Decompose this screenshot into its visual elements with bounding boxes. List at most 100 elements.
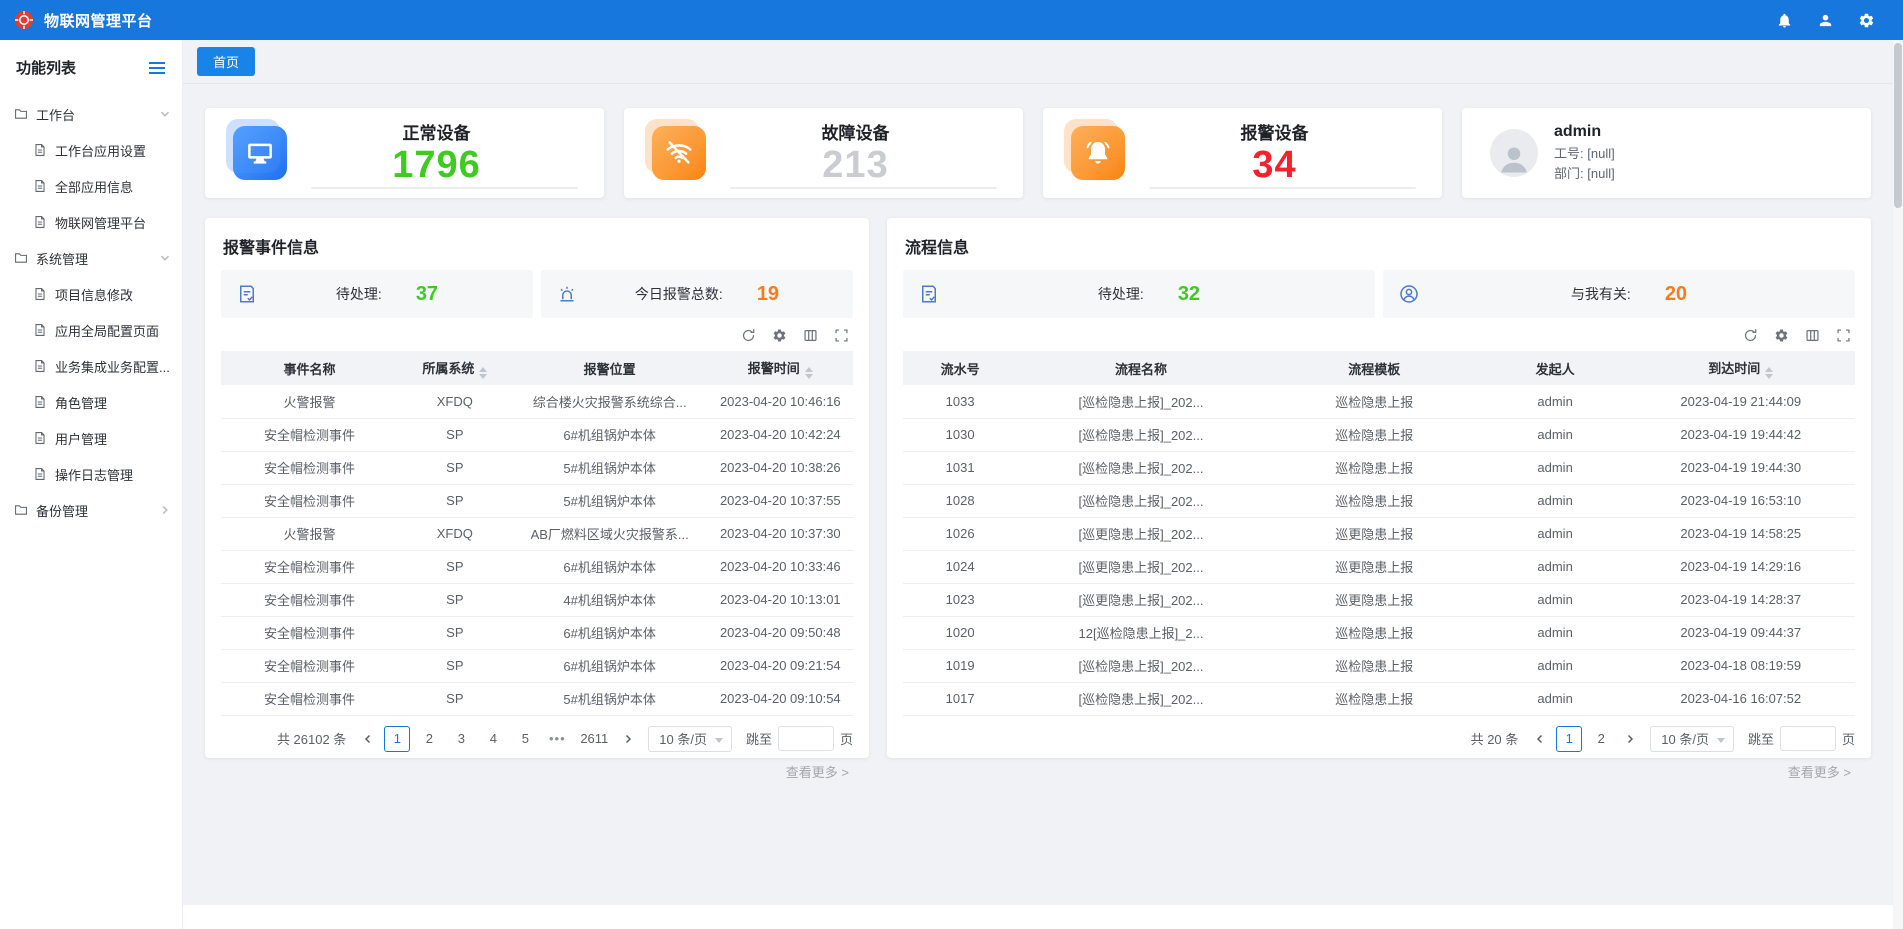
sidebar-item[interactable]: 业务集成业务配置... [0, 348, 182, 384]
sidebar-item-label: 工作台应用设置 [55, 141, 170, 160]
table-row[interactable]: 1024 [巡更隐患上报]_202... 巡更隐患上报 admin 2023-0… [903, 550, 1855, 583]
doc-icon [33, 323, 47, 337]
view-more-link[interactable]: 查看更多 > [903, 752, 1855, 787]
settings-icon[interactable] [1774, 328, 1789, 343]
page-word: 页 [1842, 729, 1855, 748]
table-row[interactable]: 1020 12[巡检隐患上报]_2... 巡检隐患上报 admin 2023-0… [903, 616, 1855, 649]
prev-page-button[interactable] [358, 726, 378, 752]
column-header[interactable]: 流程名称 [1017, 351, 1265, 385]
refresh-icon[interactable] [741, 328, 756, 343]
table-row[interactable]: 火警报警 XFDQ AB厂燃料区域火灾报警系... 2023-04-20 10:… [221, 517, 853, 550]
column-header[interactable]: 流程模板 [1265, 351, 1484, 385]
cell-time: 2023-04-20 10:42:24 [708, 418, 853, 451]
stat-value: 213 [706, 144, 1005, 187]
jump-page-input[interactable] [778, 726, 834, 751]
table-row[interactable]: 1017 [巡检隐患上报]_202... 巡检隐患上报 admin 2023-0… [903, 682, 1855, 715]
view-more-link[interactable]: 查看更多 > [221, 752, 853, 787]
sidebar-item[interactable]: 用户管理 [0, 420, 182, 456]
page-button[interactable]: 4 [480, 726, 506, 752]
sidebar-item[interactable]: 系统管理 [0, 240, 182, 276]
sidebar-item[interactable]: 物联网管理平台 [0, 204, 182, 240]
column-header[interactable]: 报警时间 [708, 351, 853, 385]
sidebar-item[interactable]: 应用全局配置页面 [0, 312, 182, 348]
table-row[interactable]: 1019 [巡检隐患上报]_202... 巡检隐患上报 admin 2023-0… [903, 649, 1855, 682]
next-page-button[interactable] [1620, 726, 1640, 752]
jump-page-input[interactable] [1780, 726, 1836, 751]
column-header[interactable]: 到达时间 [1627, 351, 1856, 385]
table-row[interactable]: 1023 [巡更隐患上报]_202... 巡更隐患上报 admin 2023-0… [903, 583, 1855, 616]
column-settings-icon[interactable] [803, 328, 818, 343]
table-row[interactable]: 1031 [巡检隐患上报]_202... 巡检隐患上报 admin 2023-0… [903, 451, 1855, 484]
settings-icon[interactable] [772, 328, 787, 343]
table-row[interactable]: 安全帽检测事件 SP 6#机组锅炉本体 2023-04-20 09:21:54 [221, 649, 853, 682]
stat-value: 1796 [287, 144, 586, 187]
cell-arrival-time: 2023-04-19 14:29:16 [1627, 550, 1856, 583]
prev-page-button[interactable] [1530, 726, 1550, 752]
page-size-select[interactable]: 10 条/页 [1650, 726, 1734, 752]
page-button[interactable]: 2 [1588, 726, 1614, 752]
cell-location: AB厂燃料区域火灾报警系... [512, 517, 708, 550]
cell-time: 2023-04-20 10:13:01 [708, 583, 853, 616]
cell-system: SP [398, 583, 512, 616]
table-row[interactable]: 安全帽检测事件 SP 6#机组锅炉本体 2023-04-20 10:33:46 [221, 550, 853, 583]
page-button[interactable]: 3 [448, 726, 474, 752]
page-button[interactable]: 2611 [576, 726, 612, 752]
table-row[interactable]: 安全帽检测事件 SP 6#机组锅炉本体 2023-04-20 10:42:24 [221, 418, 853, 451]
page-button[interactable]: 1 [1556, 726, 1582, 752]
cell-initiator: admin [1484, 418, 1627, 451]
fullscreen-icon[interactable] [834, 328, 849, 343]
table-row[interactable]: 1026 [巡更隐患上报]_202... 巡更隐患上报 admin 2023-0… [903, 517, 1855, 550]
table-row[interactable]: 1033 [巡检隐患上报]_202... 巡检隐患上报 admin 2023-0… [903, 385, 1855, 418]
cell-system: SP [398, 616, 512, 649]
siren-icon [557, 284, 577, 304]
person-circle-icon [1399, 284, 1419, 304]
notifications-icon[interactable] [1776, 12, 1793, 29]
scrollbar-thumb[interactable] [1894, 43, 1902, 208]
user-icon[interactable] [1817, 12, 1834, 29]
table-row[interactable]: 1030 [巡检隐患上报]_202... 巡检隐患上报 admin 2023-0… [903, 418, 1855, 451]
table-toolbar [221, 328, 849, 343]
settings-icon[interactable] [1858, 12, 1875, 29]
table-row[interactable]: 安全帽检测事件 SP 4#机组锅炉本体 2023-04-20 10:13:01 [221, 583, 853, 616]
menu-toggle-icon[interactable] [148, 61, 166, 75]
sidebar-item[interactable]: 角色管理 [0, 384, 182, 420]
tab-home[interactable]: 首页 [197, 47, 255, 76]
table-row[interactable]: 安全帽检测事件 SP 5#机组锅炉本体 2023-04-20 10:37:55 [221, 484, 853, 517]
panel-title: 报警事件信息 [223, 234, 853, 258]
stat-underline [1149, 187, 1416, 189]
sidebar-item[interactable]: 项目信息修改 [0, 276, 182, 312]
sidebar-item[interactable]: 工作台 [0, 96, 182, 132]
doc-icon [33, 143, 47, 157]
fullscreen-icon[interactable] [1836, 328, 1851, 343]
pagination-total: 共 20 条 [1471, 729, 1519, 748]
page-button[interactable]: 2 [416, 726, 442, 752]
sidebar-item[interactable]: 工作台应用设置 [0, 132, 182, 168]
table-row[interactable]: 安全帽检测事件 SP 5#机组锅炉本体 2023-04-20 09:10:54 [221, 682, 853, 715]
cell-event-name: 火警报警 [221, 385, 398, 418]
next-page-button[interactable] [618, 726, 638, 752]
table-row[interactable]: 1028 [巡检隐患上报]_202... 巡检隐患上报 admin 2023-0… [903, 484, 1855, 517]
doc-icon [33, 179, 47, 193]
sidebar-item[interactable]: 备份管理 [0, 492, 182, 528]
page-size-select[interactable]: 10 条/页 [648, 726, 732, 752]
page-button[interactable]: 1 [384, 726, 410, 752]
topbar: 物联网管理平台 [0, 0, 1903, 40]
table-row[interactable]: 安全帽检测事件 SP 5#机组锅炉本体 2023-04-20 10:38:26 [221, 451, 853, 484]
column-header[interactable]: 发起人 [1484, 351, 1627, 385]
table-row[interactable]: 安全帽检测事件 SP 6#机组锅炉本体 2023-04-20 09:50:48 [221, 616, 853, 649]
table-row[interactable]: 火警报警 XFDQ 综合楼火灾报警系统综合... 2023-04-20 10:4… [221, 385, 853, 418]
column-settings-icon[interactable] [1805, 328, 1820, 343]
column-header[interactable]: 流水号 [903, 351, 1017, 385]
column-header[interactable]: 所属系统 [398, 351, 512, 385]
column-header[interactable]: 事件名称 [221, 351, 398, 385]
sidebar-item[interactable]: 操作日志管理 [0, 456, 182, 492]
page-button[interactable]: ••• [544, 726, 570, 752]
cell-initiator: admin [1484, 517, 1627, 550]
refresh-icon[interactable] [1743, 328, 1758, 343]
sidebar-item[interactable]: 全部应用信息 [0, 168, 182, 204]
emp-label: 工号: [1554, 146, 1584, 161]
column-header[interactable]: 报警位置 [512, 351, 708, 385]
cell-time: 2023-04-20 10:38:26 [708, 451, 853, 484]
cell-template: 巡检隐患上报 [1265, 451, 1484, 484]
page-button[interactable]: 5 [512, 726, 538, 752]
